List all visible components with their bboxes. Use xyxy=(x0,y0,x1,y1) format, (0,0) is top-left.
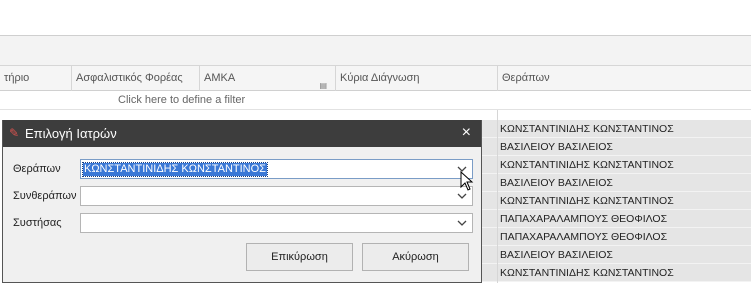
recommender-label: Συστήσας xyxy=(13,217,62,229)
dialog-title-bar[interactable]: ✎ Επιλογή Ιατρών × xyxy=(3,120,481,147)
co-therapist-label: Συνθεράπων xyxy=(13,190,77,202)
recommender-combobox[interactable] xyxy=(80,213,473,233)
filter-prompt[interactable]: Click here to define a filter xyxy=(118,94,245,106)
column-header-diagnosis[interactable]: Κύρια Διάγνωση xyxy=(336,66,498,91)
column-header-partial[interactable]: τήριο xyxy=(0,66,72,91)
therapist-label: Θεράπων xyxy=(13,163,61,175)
table-row[interactable]: ΒΑΣΙΛΕΙΟΥ ΒΑΣΙΛΕΙΟΣ xyxy=(482,138,751,156)
close-icon[interactable]: × xyxy=(462,124,471,142)
co-therapist-value[interactable] xyxy=(83,190,85,203)
table-row[interactable]: ΚΩΝΣΤΑΝΤΙΝΙΔΗΣ ΚΩΝΣΤΑΝΤΙΝΟΣ xyxy=(482,120,751,138)
column-header-amka-label: ΑΜΚΑ xyxy=(204,72,236,84)
sort-indicator-icon[interactable]: ▤ xyxy=(319,74,327,91)
table-row[interactable]: ΠΑΠΑΧΑΡΑΛΑΜΠΟΥΣ ΘΕΟΦΙΛΟΣ xyxy=(482,210,751,228)
confirm-button[interactable]: Επικύρωση xyxy=(246,243,353,271)
table-row[interactable]: ΒΑΣΙΛΕΙΟΥ ΒΑΣΙΛΕΙΟΣ xyxy=(482,246,751,264)
co-therapist-combobox[interactable] xyxy=(80,186,473,206)
therapist-column-rows: ΚΩΝΣΤΑΝΤΙΝΙΔΗΣ ΚΩΝΣΤΑΝΤΙΝΟΣ ΒΑΣΙΛΕΙΟΥ ΒΑ… xyxy=(482,120,751,282)
therapist-value[interactable]: ΚΩΝΣΤΑΝΤΙΝΙΔΗΣ ΚΩΝΣΤΑΝΤΙΝΟΣ xyxy=(82,162,268,177)
chevron-down-icon[interactable] xyxy=(456,189,468,203)
table-row[interactable]: ΚΩΝΣΤΑΝΤΙΝΙΔΗΣ ΚΩΝΣΤΑΝΤΙΝΟΣ xyxy=(482,192,751,210)
table-row[interactable]: ΚΩΝΣΤΑΝΤΙΝΙΔΗΣ ΚΩΝΣΤΑΝΤΙΝΟΣ xyxy=(482,264,751,282)
group-panel xyxy=(0,36,751,66)
grid-header: τήριο Ασφαλιστικός Φορέας ΑΜΚΑ ▤ Κύρια Δ… xyxy=(0,66,751,91)
table-row[interactable]: ΒΑΣΙΛΕΙΟΥ ΒΑΣΙΛΕΙΟΣ xyxy=(482,174,751,192)
cancel-button[interactable]: Ακύρωση xyxy=(362,243,469,271)
chevron-down-icon[interactable] xyxy=(456,216,468,230)
table-row[interactable]: ΚΩΝΣΤΑΝΤΙΝΙΔΗΣ ΚΩΝΣΤΑΝΤΙΝΟΣ xyxy=(482,156,751,174)
dialog-title: Επιλογή Ιατρών xyxy=(25,126,117,141)
column-header-therapist[interactable]: Θεράπων xyxy=(498,66,751,91)
toolbar-area xyxy=(0,0,751,36)
column-divider xyxy=(497,110,498,283)
recommender-value[interactable] xyxy=(83,217,85,230)
filter-row[interactable]: Click here to define a filter xyxy=(0,91,751,110)
column-header-insurance[interactable]: Ασφαλιστικός Φορέας xyxy=(72,66,200,91)
table-row[interactable]: ΠΑΠΑΧΑΡΑΛΑΜΠΟΥΣ ΘΕΟΦΙΛΟΣ xyxy=(482,228,751,246)
mouse-cursor-icon xyxy=(460,170,474,191)
doctor-selection-dialog: ✎ Επιλογή Ιατρών × Θεράπων ΚΩΝΣΤΑΝΤΙΝΙΔΗ… xyxy=(2,120,482,283)
therapist-combobox[interactable]: ΚΩΝΣΤΑΝΤΙΝΙΔΗΣ ΚΩΝΣΤΑΝΤΙΝΟΣ xyxy=(80,159,473,179)
app-icon: ✎ xyxy=(9,126,20,140)
column-header-amka[interactable]: ΑΜΚΑ ▤ xyxy=(200,66,336,91)
